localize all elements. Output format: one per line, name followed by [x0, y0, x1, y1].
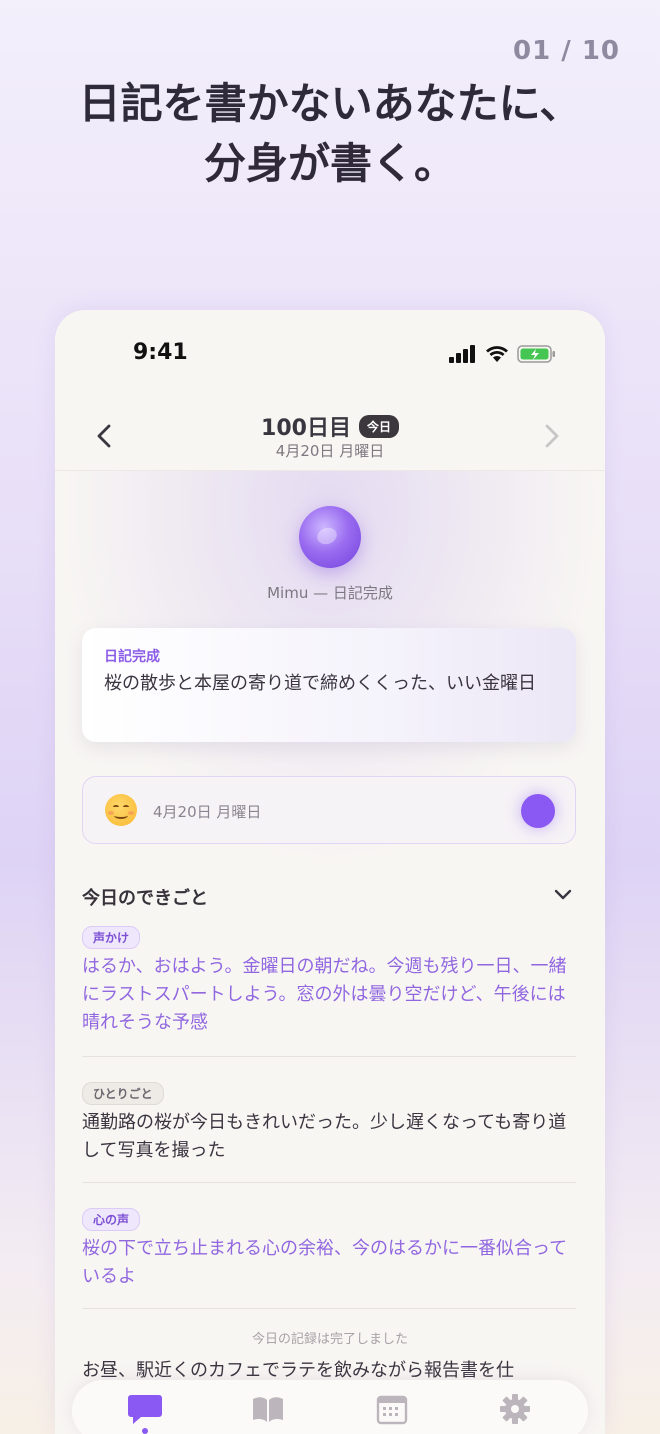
- entry-tag: 心の声: [82, 1208, 141, 1231]
- chat-icon[interactable]: [127, 1392, 163, 1426]
- entry-tag: ひとりごと: [82, 1082, 164, 1105]
- mood-row[interactable]: 4月20日 月曜日: [82, 776, 576, 844]
- headline-line-1: 日記を書かないあなたに、: [78, 79, 582, 128]
- entry-divider: [82, 1056, 576, 1057]
- calendar-icon[interactable]: [374, 1392, 410, 1426]
- mimu-caption: Mimu — 日記完成: [267, 584, 393, 602]
- day-date: 4月20日 月曜日: [275, 442, 385, 460]
- diary-card-label: 日記完成: [104, 649, 160, 665]
- chevron-down-icon[interactable]: [554, 888, 572, 902]
- signal-icon: [449, 345, 475, 363]
- entry-text: はるか、おはよう。金曜日の朝だね。今週も残り一日、一緒にラストスパートしよう。窓…: [82, 956, 567, 1033]
- headline-line-2: 分身が書く。: [203, 139, 456, 188]
- list-item[interactable]: 声かけ はるか、おはよう。金曜日の朝だね。今週も残り一日、一緒にラストスパートし…: [82, 926, 576, 1037]
- entry-divider: [82, 1308, 576, 1309]
- diary-summary-card[interactable]: 日記完成 桜の散歩と本屋の寄り道で締めくくった、いい金曜日: [82, 628, 576, 742]
- day-count: 100日目: [261, 416, 351, 441]
- page-counter: 01 / 10: [513, 36, 620, 66]
- smile-emoji-icon[interactable]: [105, 794, 137, 826]
- status-time: 9:41: [133, 340, 188, 365]
- list-item[interactable]: ひとりごと 通勤路の桜が今日もきれいだった。少し遅くなっても寄り道して写真を撮っ…: [82, 1082, 576, 1165]
- header-divider: [55, 470, 605, 471]
- headline: 日記を書かないあなたに、 分身が書く。: [0, 74, 660, 194]
- tab-bar: [72, 1380, 588, 1434]
- book-icon[interactable]: [250, 1392, 286, 1426]
- active-tab-indicator: [142, 1428, 148, 1434]
- events-section-header[interactable]: 今日のできごと: [82, 884, 576, 909]
- section-title: 今日のできごと: [82, 888, 208, 909]
- wifi-icon: [486, 346, 508, 362]
- diary-card-text: 桜の散歩と本屋の寄り道で締めくくった、いい金曜日: [104, 673, 536, 694]
- mimu-orb-avatar[interactable]: [299, 506, 361, 568]
- entry-text-truncated: お昼、駅近くのカフェでラテを飲みながら報告書を仕: [82, 1360, 514, 1381]
- forward-chevron-icon[interactable]: [539, 422, 563, 450]
- entry-divider: [82, 1182, 576, 1183]
- entry-text: 通勤路の桜が今日もきれいだった。少し遅くなっても寄り道して写真を撮った: [82, 1112, 567, 1161]
- phone-screen: 9:41 100日目 今日 4月20日 月曜日 Mimu — 日記完成 日記完成…: [55, 310, 605, 1434]
- status-bar: 9:41: [55, 340, 605, 370]
- mood-date: 4月20日 月曜日: [153, 803, 262, 821]
- gear-icon[interactable]: [497, 1392, 533, 1426]
- battery-icon: [517, 345, 555, 363]
- list-item[interactable]: 心の声 桜の下で立ち止まれる心の余裕、今のはるかに一番似合っているよ: [82, 1208, 576, 1291]
- entry-text: 桜の下で立ち止まれる心の余裕、今のはるかに一番似合っているよ: [82, 1238, 568, 1287]
- status-icons: [449, 344, 557, 364]
- today-badge: 今日: [358, 414, 399, 438]
- mood-orb-button[interactable]: [521, 794, 555, 828]
- completion-note: 今日の記録は完了しました: [251, 1332, 408, 1347]
- day-header: 100日目 今日 4月20日 月曜日: [55, 406, 605, 470]
- day-title: 100日目 今日: [55, 410, 605, 442]
- entry-tag: 声かけ: [82, 926, 141, 949]
